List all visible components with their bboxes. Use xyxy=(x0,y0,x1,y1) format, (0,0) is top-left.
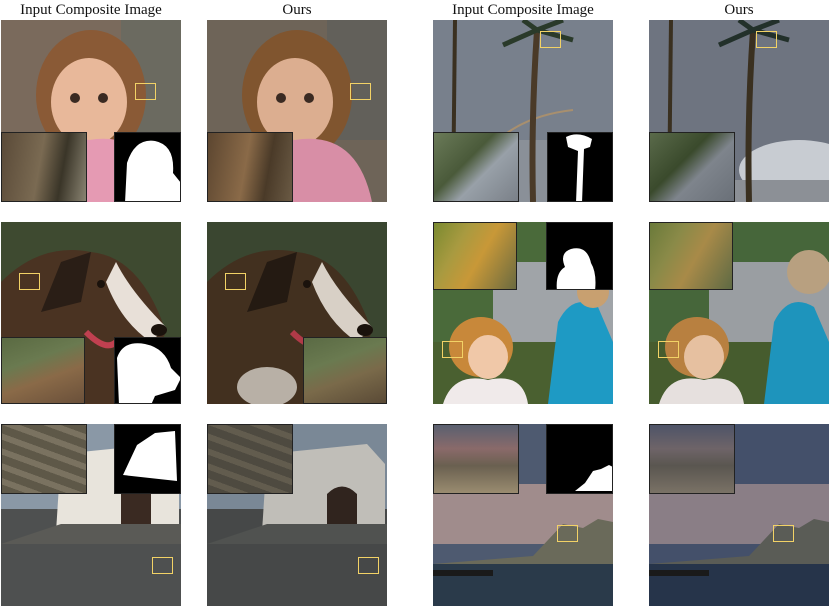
chapel-foreground-mask xyxy=(114,424,181,494)
girl-input-highlight-box xyxy=(135,83,156,100)
chapel-ours-image xyxy=(207,424,387,606)
palm-input-image xyxy=(433,20,613,202)
girl-foreground-mask xyxy=(114,132,181,202)
palm-ours-image xyxy=(649,20,829,202)
chapel-input-image xyxy=(1,424,181,606)
coast-ours-zoom-inset xyxy=(649,424,735,494)
coast-input-zoom-inset xyxy=(433,424,519,494)
chapel-ours-zoom-inset xyxy=(207,424,293,494)
coast-input-image xyxy=(433,424,613,606)
chapel-input-zoom-inset xyxy=(1,424,87,494)
coast-ours-highlight-box xyxy=(773,525,794,542)
palm-input-highlight-box xyxy=(540,31,561,48)
dog-input-zoom-inset xyxy=(1,337,85,404)
girl-input-zoom-inset xyxy=(1,132,87,202)
coast-ours-image xyxy=(649,424,829,606)
palm-ours-zoom-inset xyxy=(649,132,735,202)
palm-foreground-mask xyxy=(547,132,613,202)
dog-ours-highlight-box xyxy=(225,273,246,290)
chapel-input-highlight-box xyxy=(152,557,173,574)
header-ours-right: Ours xyxy=(724,2,754,18)
girl-input-image xyxy=(1,20,181,202)
children-input-image xyxy=(433,222,613,404)
chapel-ours-highlight-box xyxy=(358,557,379,574)
palm-input-zoom-inset xyxy=(433,132,519,202)
palm-ours-highlight-box xyxy=(756,31,777,48)
header-ours-left: Ours xyxy=(282,2,312,18)
header-input-right: Input Composite Image xyxy=(452,2,594,18)
children-input-highlight-box xyxy=(442,341,463,358)
children-foreground-mask xyxy=(546,222,613,290)
coast-foreground-mask xyxy=(546,424,613,494)
dog-ours-zoom-inset xyxy=(303,337,387,404)
children-ours-highlight-box xyxy=(658,341,679,358)
dog-foreground-mask xyxy=(114,337,181,404)
children-ours-zoom-inset xyxy=(649,222,733,290)
children-input-zoom-inset xyxy=(433,222,517,290)
coast-input-highlight-box xyxy=(557,525,578,542)
girl-ours-zoom-inset xyxy=(207,132,293,202)
girl-ours-highlight-box xyxy=(350,83,371,100)
header-input-left: Input Composite Image xyxy=(20,2,162,18)
dog-ours-image xyxy=(207,222,387,404)
girl-ours-image xyxy=(207,20,387,202)
children-ours-image xyxy=(649,222,829,404)
dog-input-image xyxy=(1,222,181,404)
dog-input-highlight-box xyxy=(19,273,40,290)
